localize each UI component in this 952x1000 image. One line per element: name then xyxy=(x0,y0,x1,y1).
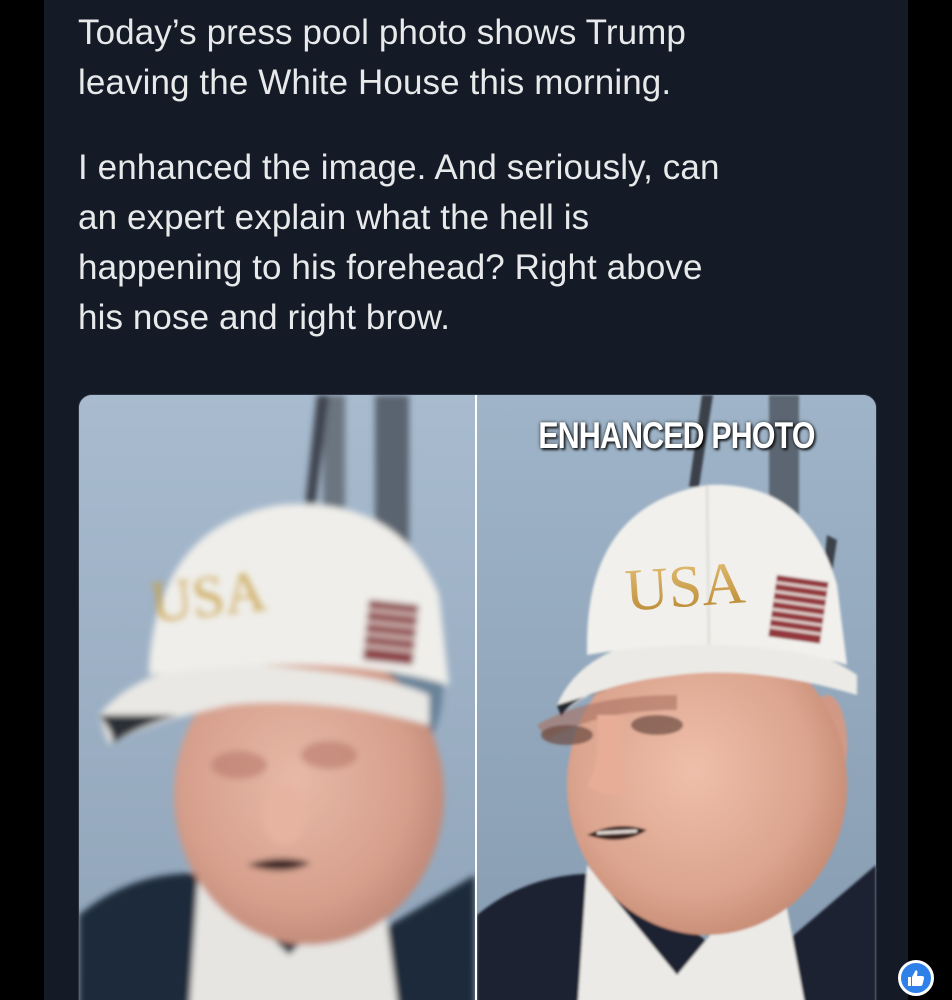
post-paragraph-1: Today’s press pool photo shows Trump lea… xyxy=(78,8,878,108)
post-line: Today’s press pool photo shows Trump xyxy=(78,13,686,52)
post-text: Today’s press pool photo shows Trump lea… xyxy=(78,8,878,378)
post-line: an expert explain what the hell is xyxy=(78,198,590,237)
original-hat-lettering: USA xyxy=(147,558,269,635)
post-line: leaving the White House this morning. xyxy=(78,63,672,102)
screen: Today’s press pool photo shows Trump lea… xyxy=(0,0,952,1000)
reaction-button[interactable] xyxy=(898,960,934,996)
post-line: his nose and right brow. xyxy=(78,298,451,337)
original-photo-panel: USA xyxy=(79,395,475,1000)
enhanced-photo-panel: USA ENHANCED PHOTO xyxy=(477,395,876,1000)
post-image[interactable]: USA USA ENHANCED PHOTO xyxy=(78,394,877,1000)
post-line: I enhanced the image. And seriously, can xyxy=(78,148,720,187)
post-paragraph-2: I enhanced the image. And seriously, can… xyxy=(78,143,878,343)
post-line: happening to his forehead? Right above xyxy=(78,248,703,287)
enhanced-photo: USA xyxy=(477,395,876,1000)
enhanced-photo-label: ENHANCED PHOTO xyxy=(538,415,815,456)
post-card: Today’s press pool photo shows Trump lea… xyxy=(44,0,908,1000)
original-photo: USA xyxy=(79,395,475,1000)
thumbs-up-icon xyxy=(908,970,925,986)
enhanced-hat-lettering: USA xyxy=(623,549,747,623)
